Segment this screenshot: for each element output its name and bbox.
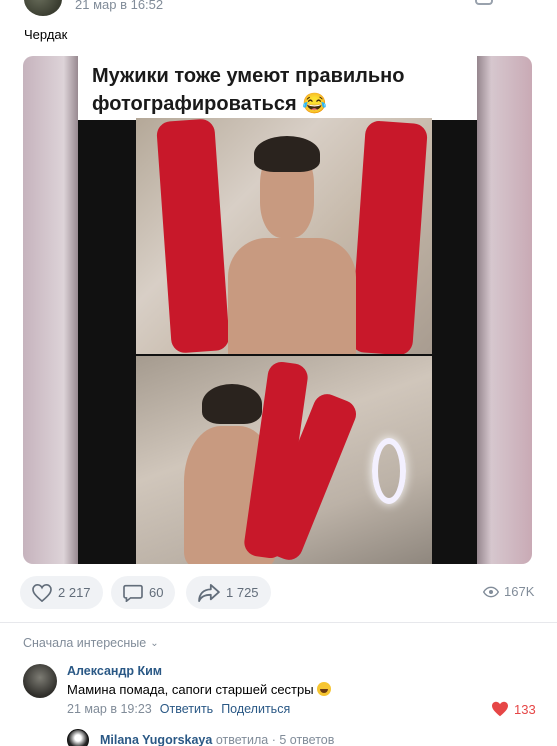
laugh-emoji-icon	[316, 682, 331, 696]
reply-author[interactable]: Milana Yugorskaya	[100, 733, 212, 746]
like-count: 2 217	[58, 585, 91, 600]
heart-icon	[32, 583, 52, 602]
hair	[254, 136, 320, 172]
more-icon[interactable]	[475, 0, 493, 5]
share-button[interactable]: 1 725	[186, 576, 271, 609]
reply-count[interactable]: 5 ответов	[279, 733, 334, 746]
comment-button[interactable]: 60	[111, 576, 176, 609]
share-count: 1 725	[226, 585, 259, 600]
boot-right	[349, 120, 429, 354]
reply-preview[interactable]: Milana Yugorskaya ответила · 5 ответов	[100, 733, 334, 746]
post-image[interactable]: Мужики тоже умеют правильно фотографиров…	[23, 56, 532, 564]
share-link[interactable]: Поделиться	[221, 702, 290, 716]
comments-sort[interactable]: Сначала интересные ⌄	[23, 636, 159, 650]
post-actions: 2 217 60 1 725 167K	[0, 576, 557, 610]
image-caption-box: Мужики тоже умеют правильно фотографиров…	[78, 56, 477, 120]
reply-link[interactable]: Ответить	[160, 702, 213, 716]
views-count: 167K	[504, 584, 535, 599]
comment-text-content: Мамина помада, сапоги старшей сестры	[67, 682, 314, 697]
photo-top	[136, 118, 432, 354]
comment-count: 60	[149, 585, 164, 600]
reply-avatar[interactable]	[67, 729, 89, 746]
photo-bottom	[136, 356, 432, 564]
comment-meta: 21 мар в 19:23 Ответить Поделиться	[67, 702, 290, 716]
chevron-down-icon: ⌄	[150, 637, 159, 649]
share-icon	[198, 583, 220, 602]
ring-light	[372, 438, 406, 504]
comment-author[interactable]: Александр Ким	[67, 664, 162, 678]
image-content: Мужики тоже умеют правильно фотографиров…	[78, 56, 477, 564]
views-counter: 167K	[483, 584, 534, 599]
like-button[interactable]: 2 217	[20, 576, 103, 609]
image-caption: Мужики тоже умеют правильно фотографиров…	[92, 65, 405, 115]
divider	[0, 622, 557, 623]
reply-separator: ·	[271, 733, 276, 746]
heart-filled-icon	[492, 701, 508, 717]
comment-avatar[interactable]	[23, 664, 57, 698]
eye-icon	[483, 586, 499, 597]
boot-left	[155, 118, 231, 354]
hair-side	[202, 384, 262, 424]
comment-like-count: 133	[514, 701, 536, 717]
torso	[228, 238, 356, 354]
reply-action: ответила	[215, 733, 269, 746]
post-header: 21 мар в 16:52	[0, 0, 557, 20]
sort-label: Сначала интересные	[23, 636, 147, 650]
author-avatar[interactable]	[24, 0, 62, 16]
comment-date[interactable]: 21 мар в 19:23	[67, 702, 152, 716]
comment-text: Мамина помада, сапоги старшей сестры	[67, 682, 331, 697]
post-date[interactable]: 21 мар в 16:52	[75, 0, 163, 12]
comment-icon	[123, 584, 143, 602]
comment-like-button[interactable]: 133	[491, 701, 536, 717]
post-text: Чердак	[24, 27, 68, 42]
